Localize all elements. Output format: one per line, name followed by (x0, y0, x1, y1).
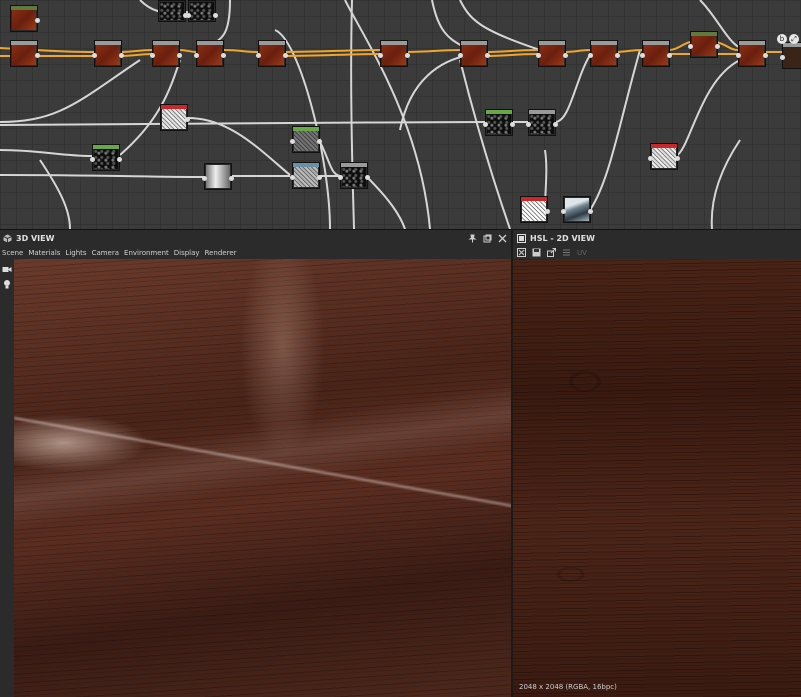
menu-materials[interactable]: Materials (28, 249, 60, 257)
graph-node[interactable] (290, 162, 322, 189)
camera-icon[interactable] (2, 264, 12, 274)
graph-node[interactable] (588, 40, 620, 67)
menu-display[interactable]: Display (174, 249, 200, 257)
graph-node[interactable] (158, 0, 188, 22)
graph-node[interactable] (10, 40, 40, 67)
pin-icon[interactable] (468, 234, 477, 243)
graph-node[interactable] (256, 40, 288, 67)
graph-node[interactable] (92, 40, 124, 67)
save-icon[interactable] (532, 248, 541, 257)
graph-node[interactable] (378, 40, 410, 67)
close-icon[interactable] (498, 234, 507, 243)
graph-node[interactable] (186, 0, 218, 22)
graph-node[interactable] (648, 143, 680, 170)
view3d-sidebar (0, 259, 14, 697)
menu-scene[interactable]: Scene (2, 249, 23, 257)
graph-node[interactable] (202, 163, 234, 190)
cube-icon (3, 234, 12, 243)
menu-renderer[interactable]: Renderer (205, 249, 237, 257)
graph-node[interactable] (150, 40, 182, 67)
graph-node[interactable] (194, 40, 226, 67)
tiling-icon[interactable] (562, 248, 571, 257)
uv-toggle[interactable]: UV (577, 249, 587, 257)
graph-node[interactable] (688, 31, 720, 58)
view2d-titlebar: HSL - 2D VIEW (513, 229, 801, 246)
graph-node[interactable] (338, 162, 370, 189)
graph-node[interactable] (736, 40, 768, 67)
view2d-title: HSL - 2D VIEW (530, 233, 595, 243)
graph-node[interactable] (483, 109, 515, 136)
menu-environment[interactable]: Environment (124, 249, 169, 257)
maximize-icon[interactable]: ⤢ (789, 34, 799, 44)
light-bulb-icon[interactable] (2, 279, 12, 289)
graph-node[interactable] (90, 144, 122, 171)
graph-node[interactable] (458, 40, 490, 67)
resolution-label: 2048 x 2048 (RGBA, 16bpc) (519, 683, 617, 691)
graph-node[interactable] (160, 104, 190, 131)
view3d-titlebar: 3D VIEW (0, 229, 511, 246)
float-icon[interactable] (483, 234, 492, 243)
plank-seam (14, 417, 511, 510)
export-icon[interactable] (547, 248, 556, 257)
graph-node[interactable] (10, 5, 40, 32)
graph-node[interactable] (290, 126, 322, 153)
view2d-toolbar: UV (513, 246, 801, 259)
view3d-title: 3D VIEW (16, 233, 55, 243)
graph-node[interactable] (561, 196, 593, 223)
node-graph[interactable]: b ⤢ (0, 0, 801, 229)
viewport-2d[interactable] (513, 259, 801, 697)
graph-node[interactable] (536, 40, 568, 67)
graph-node[interactable] (526, 109, 558, 136)
image-panel-icon (517, 233, 526, 243)
menu-lights[interactable]: Lights (65, 249, 86, 257)
graph-node[interactable] (640, 40, 672, 67)
view3d-menubar: Scene Materials Lights Camera Environmen… (0, 246, 511, 259)
menu-camera[interactable]: Camera (92, 249, 119, 257)
graph-wires (0, 0, 782, 229)
graph-node[interactable] (520, 196, 550, 223)
graph-node[interactable] (780, 42, 801, 69)
fit-view-icon[interactable] (517, 248, 526, 257)
viewport-3d[interactable] (14, 259, 511, 697)
bake-icon[interactable]: b (777, 34, 787, 44)
